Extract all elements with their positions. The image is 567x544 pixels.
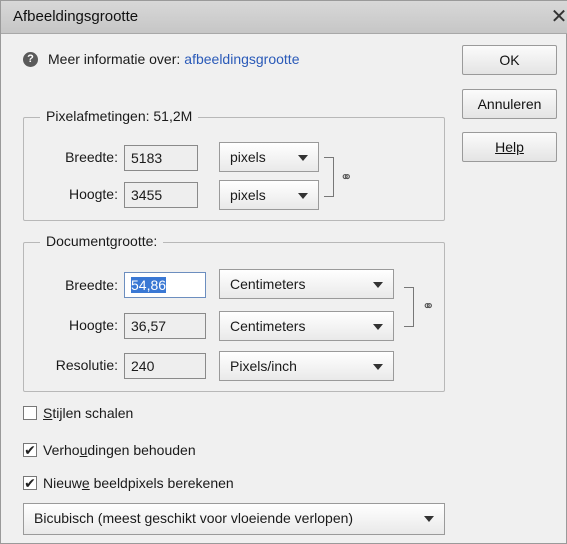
scale-styles-label: Stijlen schalen: [43, 405, 133, 421]
pixel-height-unit-value: pixels: [230, 187, 266, 203]
resample-checkbox[interactable]: ✔: [23, 476, 37, 490]
chevron-down-icon: [424, 516, 434, 522]
window-title: Afbeeldingsgrootte: [13, 8, 139, 25]
resample-label-rest: beeldpixels berekenen: [89, 475, 234, 491]
help-button[interactable]: Help: [462, 132, 557, 162]
constrain-label-rest: dingen behouden: [87, 442, 196, 458]
resample-method-select[interactable]: Bicubisch (meest geschikt voor vloeiende…: [23, 503, 445, 535]
resolution-label: Resolutie:: [55, 357, 118, 373]
pixel-width-value: 5183: [124, 145, 198, 171]
scale-styles-checkbox[interactable]: [23, 406, 37, 420]
pixel-dimensions-group: Pixelafmetingen: 51,2M Breedte: 5183 pix…: [23, 108, 445, 221]
pixel-dimensions-legend: Pixelafmetingen: 51,2M: [40, 108, 199, 124]
chevron-down-icon: [373, 282, 383, 288]
document-size-legend: Documentgrootte:: [40, 233, 164, 249]
resolution-unit-select[interactable]: Pixels/inch: [219, 351, 394, 381]
more-info-link[interactable]: afbeeldingsgrootte: [184, 51, 299, 67]
question-icon: ?: [23, 51, 38, 67]
chevron-down-icon: [373, 364, 383, 370]
title-bar: Afbeeldingsgrootte ✕: [1, 1, 567, 34]
doc-height-unit-value: Centimeters: [230, 318, 306, 334]
link-chain-icon: ⚭: [422, 298, 435, 315]
resolution-input[interactable]: 240: [124, 353, 206, 379]
pixel-width-unit-select[interactable]: pixels: [219, 142, 319, 172]
ok-button[interactable]: OK: [462, 45, 557, 75]
constrain-label-start: Verho: [43, 442, 80, 458]
resample-label-start: Nieuw: [43, 475, 82, 491]
doc-height-unit-select[interactable]: Centimeters: [219, 311, 394, 341]
pixel-height-label: Hoogte:: [68, 186, 118, 202]
doc-height-label: Hoogte:: [68, 317, 118, 333]
resample-mnemonic: e: [81, 475, 90, 491]
more-info-row: ? Meer informatie over: afbeeldingsgroot…: [23, 49, 299, 69]
doc-width-input[interactable]: 54,86: [124, 272, 206, 298]
constrain-proportions-checkbox[interactable]: ✔: [23, 443, 37, 457]
scale-styles-option[interactable]: Stijlen schalen: [23, 403, 133, 423]
link-chain-icon: ⚭: [340, 169, 353, 186]
chevron-down-icon: [298, 193, 308, 199]
pixel-width-unit-value: pixels: [230, 149, 266, 165]
doc-link-bracket: [404, 287, 414, 327]
more-info-label: Meer informatie over:: [48, 51, 181, 67]
resolution-unit-value: Pixels/inch: [230, 358, 297, 374]
resample-label: Nieuwe beeldpixels berekenen: [43, 475, 234, 491]
pixel-height-unit-select[interactable]: pixels: [219, 180, 319, 210]
doc-height-input[interactable]: 36,57: [124, 313, 206, 339]
close-icon[interactable]: ✕: [550, 3, 567, 31]
doc-width-unit-select[interactable]: Centimeters: [219, 269, 394, 299]
constrain-proportions-label: Verhoudingen behouden: [43, 442, 196, 458]
doc-width-value: 54,86: [131, 277, 167, 293]
document-size-group: Documentgrootte: Breedte: 54,86 Centimet…: [23, 233, 445, 392]
chevron-down-icon: [298, 155, 308, 161]
constrain-proportions-option[interactable]: ✔ Verhoudingen behouden: [23, 440, 196, 460]
resample-option[interactable]: ✔ Nieuwe beeldpixels berekenen: [23, 473, 234, 493]
pixel-width-label: Breedte:: [65, 149, 118, 165]
help-button-label: Help: [495, 139, 524, 155]
doc-width-label: Breedte:: [65, 277, 118, 293]
pixel-height-value: 3455: [124, 182, 198, 208]
scale-styles-mnemonic: S: [43, 405, 53, 421]
cancel-button[interactable]: Annuleren: [462, 89, 557, 119]
scale-styles-label-rest: tijlen schalen: [52, 405, 134, 421]
image-size-dialog: Afbeeldingsgrootte ✕ ? Meer informatie o…: [0, 0, 567, 544]
chevron-down-icon: [373, 324, 383, 330]
resample-method-value: Bicubisch (meest geschikt voor vloeiende…: [34, 510, 354, 526]
pixel-link-bracket: [324, 157, 334, 197]
doc-width-unit-value: Centimeters: [230, 276, 306, 292]
